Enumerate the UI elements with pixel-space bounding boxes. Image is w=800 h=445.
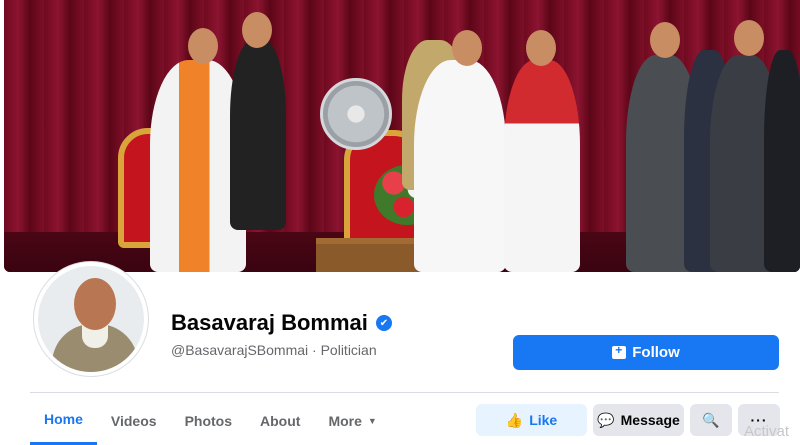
avatar-face xyxy=(74,278,116,330)
tab-about[interactable]: About xyxy=(246,396,314,445)
profile-name-row: Basavaraj Bommai ✔ xyxy=(171,310,392,336)
cover-fan xyxy=(320,78,392,150)
cover-head-8 xyxy=(734,20,764,56)
profile-handle-category: @BasavarajSBommai · Politician xyxy=(171,342,377,358)
cover-photo[interactable] xyxy=(4,0,800,272)
profile-divider xyxy=(30,392,779,393)
cover-person-4 xyxy=(414,60,506,272)
cover-head-2 xyxy=(242,12,272,48)
like-button[interactable]: 👍 Like xyxy=(476,404,587,436)
cover-person-5 xyxy=(504,60,580,272)
caret-down-icon: ▼ xyxy=(367,415,377,426)
page-title: Basavaraj Bommai xyxy=(171,310,368,335)
tab-home[interactable]: Home xyxy=(30,396,97,445)
tab-videos[interactable]: Videos xyxy=(97,396,171,445)
tab-photos-label: Photos xyxy=(184,412,233,429)
profile-avatar[interactable] xyxy=(34,262,148,376)
activation-watermark: Activat xyxy=(744,423,790,440)
tab-more-label: More xyxy=(328,412,362,429)
like-button-label: Like xyxy=(529,412,558,428)
tab-photos[interactable]: Photos xyxy=(171,396,246,445)
profile-tabs: Home Videos Photos About More ▼ xyxy=(30,396,391,445)
tab-about-label: About xyxy=(260,412,301,429)
message-button-label: Message xyxy=(620,412,680,428)
search-icon: 🔍 xyxy=(702,411,720,428)
follow-button[interactable]: Follow xyxy=(513,335,779,370)
cover-head-1 xyxy=(188,28,218,64)
message-button[interactable]: 💬 Message xyxy=(593,404,684,436)
cover-head-4 xyxy=(452,30,482,66)
tab-more[interactable]: More ▼ xyxy=(314,396,390,445)
search-button[interactable]: 🔍 xyxy=(690,404,732,436)
tab-home-label: Home xyxy=(44,411,83,427)
thumbs-up-icon: 👍 xyxy=(505,411,524,428)
cover-person-2 xyxy=(230,40,286,230)
verified-badge-icon[interactable]: ✔ xyxy=(375,315,392,331)
tab-videos-label: Videos xyxy=(110,412,157,429)
cover-head-6 xyxy=(650,22,680,58)
cover-person-9 xyxy=(764,50,800,272)
messenger-icon: 💬 xyxy=(597,411,615,428)
follow-button-label: Follow xyxy=(632,344,680,361)
cover-head-5 xyxy=(526,30,556,66)
follow-plus-icon xyxy=(612,343,627,359)
